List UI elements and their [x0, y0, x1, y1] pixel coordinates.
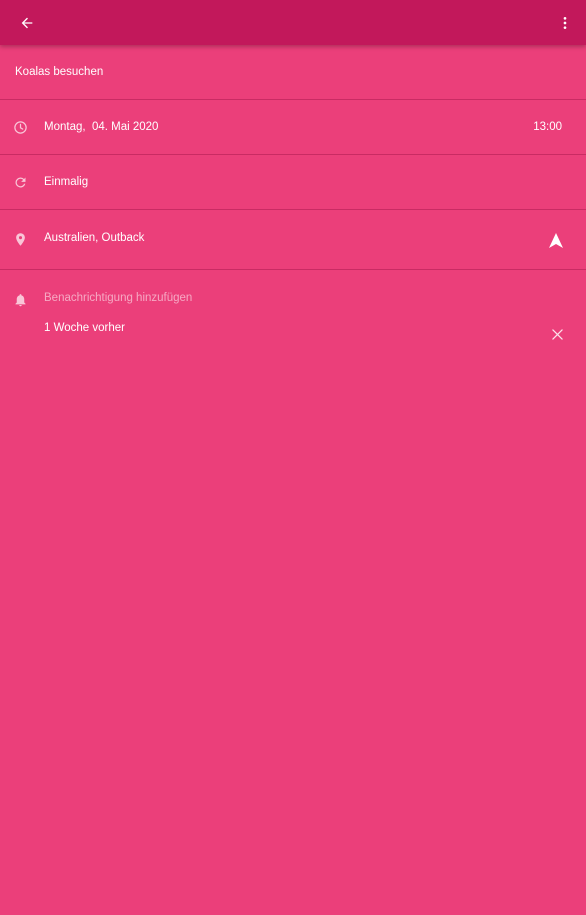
- navigation-arrow-icon: [549, 232, 563, 248]
- notifications-section: Benachrichtigung hinzufügen 1 Woche vorh…: [0, 270, 586, 390]
- top-app-bar: [0, 0, 586, 45]
- remove-notification-button[interactable]: [550, 327, 564, 341]
- location-row[interactable]: Australien, Outback: [0, 210, 586, 270]
- date-time-row[interactable]: Montag, 04. Mai 2020 13:00: [0, 100, 586, 155]
- repeat-value[interactable]: Einmalig: [44, 176, 88, 188]
- event-time[interactable]: 13:00: [533, 121, 562, 133]
- notification-item[interactable]: 1 Woche vorher: [44, 322, 125, 334]
- arrow-back-icon: [21, 17, 32, 28]
- location-value[interactable]: Australien, Outback: [44, 232, 144, 244]
- bell-icon: [12, 291, 29, 308]
- title-row[interactable]: Koalas besuchen: [0, 45, 586, 100]
- event-details: Koalas besuchen Montag, 04. Mai 2020 13:…: [0, 45, 586, 915]
- navigate-button[interactable]: [548, 232, 564, 248]
- repeat-row[interactable]: Einmalig: [0, 155, 586, 210]
- more-vert-icon: [563, 16, 566, 29]
- event-title[interactable]: Koalas besuchen: [15, 66, 103, 78]
- clock-icon: [12, 119, 29, 136]
- back-button[interactable]: [13, 9, 40, 36]
- repeat-icon: [12, 174, 29, 191]
- add-notification-button[interactable]: Benachrichtigung hinzufügen: [44, 292, 192, 304]
- location-pin-icon: [12, 231, 29, 248]
- close-icon: [551, 328, 563, 340]
- overflow-menu-button[interactable]: [551, 9, 578, 36]
- event-date[interactable]: Montag, 04. Mai 2020: [44, 121, 158, 133]
